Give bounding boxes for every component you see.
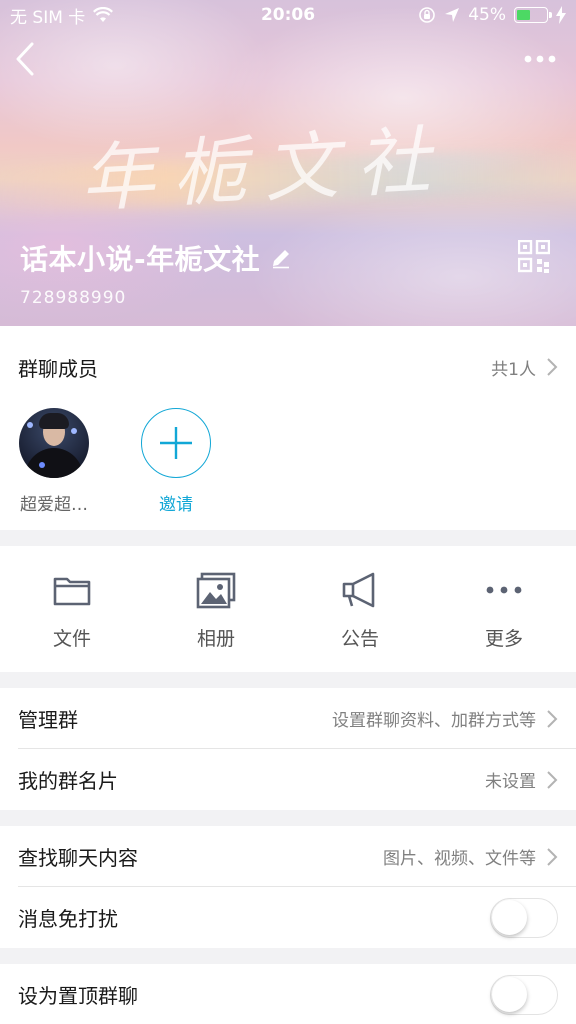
members-header-row[interactable]: 群聊成员 共1人 [0, 326, 576, 408]
find-chat-content-label: 查找聊天内容 [18, 846, 138, 870]
pencil-icon[interactable] [270, 247, 292, 269]
manage-group-hint: 设置群聊资料、加群方式等 [332, 711, 536, 731]
member-name: 超爱超… [20, 495, 88, 515]
group-name: 话本小说-年栀文社 [20, 243, 261, 276]
do-not-disturb-row: 消息免打扰 [0, 887, 576, 948]
quick-action-files[interactable]: 文件 [0, 546, 144, 672]
quick-action-album[interactable]: 相册 [144, 546, 288, 672]
wifi-icon [93, 7, 114, 22]
quick-action-label: 相册 [196, 627, 235, 650]
my-group-card-label: 我的群名片 [18, 769, 118, 793]
battery-level [517, 10, 530, 20]
do-not-disturb-toggle[interactable] [490, 897, 558, 938]
more-dots-icon [486, 586, 522, 593]
qr-code-button[interactable] [517, 239, 551, 274]
orientation-lock-icon [419, 7, 436, 23]
quick-action-more[interactable]: 更多 [432, 546, 576, 672]
find-chat-content-row[interactable]: 查找聊天内容 图片、视频、文件等 [0, 826, 576, 887]
pin-chat-label: 设为置顶群聊 [18, 984, 138, 1008]
pin-section: 设为置顶群聊 [0, 964, 576, 1024]
avatar[interactable] [19, 408, 89, 478]
carrier-label: 无 SIM 卡 [10, 7, 86, 28]
chevron-right-icon [547, 847, 558, 866]
charging-bolt-icon [556, 6, 566, 24]
status-bar: 无 SIM 卡 20:06 45% [0, 0, 576, 30]
pin-chat-toggle[interactable] [490, 974, 558, 1015]
chat-settings-section: 查找聊天内容 图片、视频、文件等 消息免打扰 [0, 826, 576, 948]
battery-percent: 45% [468, 5, 506, 25]
member-count: 共1人 [491, 359, 536, 380]
quick-actions-section: 文件 相册 公告 更多 [0, 546, 576, 672]
member-item[interactable]: 超爱超… [16, 408, 92, 515]
group-header-banner: 无 SIM 卡 20:06 45% 年栀文社 话本小说-年栀文社 7289889… [0, 0, 576, 326]
invite-button[interactable] [141, 408, 211, 478]
quick-action-label: 文件 [52, 627, 91, 650]
find-chat-content-hint: 图片、视频、文件等 [383, 849, 536, 869]
quick-action-label: 公告 [340, 627, 379, 650]
my-group-card-row[interactable]: 我的群名片 未设置 [0, 749, 576, 810]
location-arrow-icon [445, 8, 460, 22]
toggle-knob [492, 976, 527, 1012]
pin-chat-row: 设为置顶群聊 [0, 964, 576, 1024]
my-group-card-value: 未设置 [485, 772, 536, 792]
manage-group-row[interactable]: 管理群 设置群聊资料、加群方式等 [0, 688, 576, 749]
qr-code-icon [517, 239, 551, 273]
members-title: 群聊成员 [18, 356, 98, 381]
megaphone-icon [342, 572, 375, 607]
more-options-button[interactable] [522, 44, 558, 74]
invite-member-item[interactable]: 邀请 [138, 408, 214, 515]
folder-icon [53, 577, 91, 605]
group-title-row[interactable]: 话本小说-年栀文社 [20, 238, 292, 278]
do-not-disturb-label: 消息免打扰 [18, 907, 118, 931]
chevron-right-icon [547, 358, 558, 376]
banner-watermark-text: 年栀文社 [78, 117, 451, 223]
quick-action-announcement[interactable]: 公告 [288, 546, 432, 672]
toggle-knob [492, 899, 527, 935]
chevron-right-icon [547, 770, 558, 789]
back-button[interactable] [12, 40, 42, 80]
members-section: 群聊成员 共1人 超爱超… 邀请 [0, 326, 576, 530]
group-id: 728988990 [20, 288, 127, 308]
member-list: 超爱超… 邀请 [0, 408, 576, 515]
photo-album-icon [196, 572, 236, 608]
quick-action-label: 更多 [484, 627, 523, 650]
battery-icon [514, 7, 552, 23]
manage-group-label: 管理群 [18, 708, 78, 732]
chevron-right-icon [547, 709, 558, 728]
chevron-left-icon [16, 42, 34, 76]
manage-section: 管理群 设置群聊资料、加群方式等 我的群名片 未设置 [0, 688, 576, 810]
invite-label: 邀请 [159, 495, 193, 515]
plus-icon [160, 427, 192, 459]
ellipsis-icon [524, 55, 556, 63]
